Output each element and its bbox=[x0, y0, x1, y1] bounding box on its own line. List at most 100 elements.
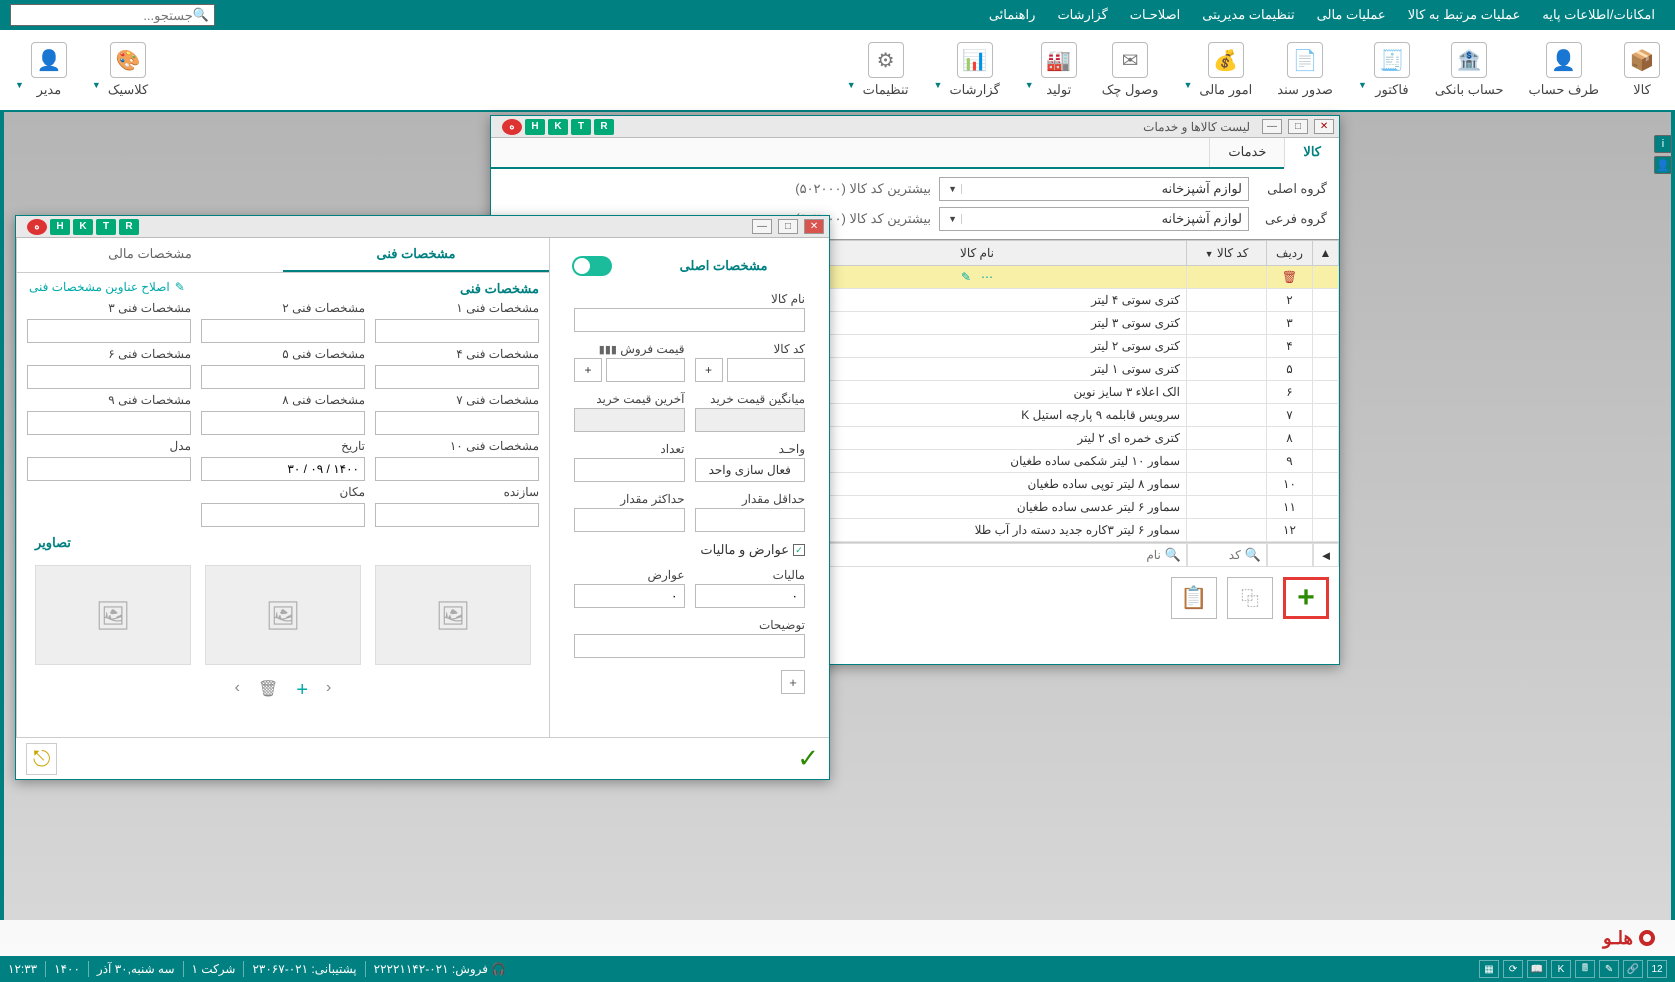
add-desc-button[interactable]: + bbox=[781, 670, 805, 694]
user-icon[interactable]: 👤 bbox=[1654, 156, 1672, 174]
tech-field-input[interactable] bbox=[201, 457, 365, 481]
global-search-input[interactable] bbox=[16, 8, 193, 23]
tech-field-input[interactable] bbox=[375, 365, 539, 389]
tech-field-input[interactable] bbox=[375, 411, 539, 435]
item-code-input[interactable] bbox=[727, 358, 806, 382]
chevron-left-icon[interactable]: ‹ bbox=[326, 679, 331, 702]
tree-view-button[interactable]: ⿻ bbox=[1227, 577, 1273, 619]
col-code[interactable]: کد کالا ▼ bbox=[1187, 241, 1267, 266]
tech-field-input[interactable] bbox=[201, 365, 365, 389]
ribbon-settings[interactable]: ⚙تنظیمات bbox=[863, 42, 909, 98]
ribbon-goods[interactable]: 📦کالا bbox=[1624, 42, 1660, 98]
menu-help[interactable]: راهنمائی bbox=[979, 2, 1046, 28]
tech-field-input[interactable] bbox=[375, 503, 539, 527]
duty-input[interactable] bbox=[574, 584, 685, 608]
book-icon[interactable]: 📖 bbox=[1527, 960, 1547, 978]
toolbar-h[interactable]: H bbox=[50, 219, 70, 235]
note-icon[interactable]: ✎ bbox=[1599, 960, 1619, 978]
ribbon-theme-classic[interactable]: 🎨کلاسیک bbox=[108, 42, 148, 98]
ribbon-user[interactable]: 👤مدیر bbox=[31, 42, 67, 98]
tech-field-input[interactable] bbox=[27, 319, 191, 343]
menu-reports[interactable]: گزارشات bbox=[1047, 2, 1117, 28]
chevron-down-icon[interactable]: ▼ bbox=[1183, 50, 1192, 90]
toolbar-k[interactable]: K bbox=[73, 219, 93, 235]
qty-input[interactable] bbox=[574, 458, 685, 482]
toolbar-r[interactable]: R bbox=[594, 119, 614, 135]
window-min-button[interactable]: — bbox=[1262, 119, 1282, 134]
refresh-icon[interactable]: ⟳ bbox=[1503, 960, 1523, 978]
menu-base-info[interactable]: امکانات/اطلاعات پایه bbox=[1532, 2, 1665, 28]
tech-field-input[interactable] bbox=[201, 411, 365, 435]
price-plus-button[interactable]: + bbox=[574, 358, 602, 382]
tech-field-input[interactable] bbox=[201, 503, 365, 527]
toolbar-h[interactable]: H bbox=[525, 119, 545, 135]
tech-field-input[interactable] bbox=[27, 457, 191, 481]
grid-icon[interactable]: ▦ bbox=[1479, 960, 1499, 978]
add-image-button[interactable]: + bbox=[296, 679, 308, 702]
search-code-input[interactable] bbox=[1193, 548, 1241, 562]
pencil-icon[interactable]: ✎ bbox=[961, 270, 971, 284]
col-scroll[interactable]: ▲ bbox=[1313, 241, 1339, 266]
chevron-down-icon[interactable]: ▼ bbox=[92, 50, 101, 90]
menu-goods-ops[interactable]: عملیات مرتبط به کالا bbox=[1398, 2, 1531, 28]
sale-price-input[interactable] bbox=[606, 358, 685, 382]
calc-icon[interactable]: 🖩 bbox=[1575, 960, 1595, 978]
trash-icon[interactable]: 🗑 bbox=[258, 679, 278, 702]
min-input[interactable] bbox=[695, 508, 806, 532]
barcode-icon[interactable]: ▮▮▮ bbox=[599, 344, 617, 356]
menu-financial-ops[interactable]: عملیات مالی bbox=[1307, 2, 1396, 28]
add-item-button[interactable]: + bbox=[1283, 577, 1329, 619]
sub-group-combo[interactable]: لوازم آشپزخانه▼ bbox=[939, 207, 1249, 231]
search-name-input[interactable] bbox=[773, 548, 1161, 562]
toolbar-r[interactable]: R bbox=[119, 219, 139, 235]
item-name-input[interactable] bbox=[574, 308, 805, 332]
toolbar-t[interactable]: T bbox=[571, 119, 591, 135]
toolbar-k[interactable]: K bbox=[548, 119, 568, 135]
more-icon[interactable]: ⋯ bbox=[981, 270, 993, 284]
toolbar-t[interactable]: T bbox=[96, 219, 116, 235]
window-close-button[interactable]: ✕ bbox=[1314, 119, 1334, 134]
chevron-down-icon[interactable]: ▼ bbox=[934, 50, 943, 90]
confirm-button[interactable]: ✓ bbox=[797, 743, 819, 774]
tech-field-input[interactable] bbox=[375, 457, 539, 481]
trash-icon[interactable]: 🗑 bbox=[1282, 270, 1297, 284]
list-action-button[interactable]: 📋 bbox=[1171, 577, 1217, 619]
calendar-icon[interactable]: 12 bbox=[1647, 960, 1667, 978]
ribbon-cheque[interactable]: ✉وصول چک bbox=[1102, 42, 1159, 98]
code-plus-button[interactable]: + bbox=[695, 358, 723, 382]
exit-button[interactable]: ⎋ bbox=[26, 743, 57, 775]
window-close-button[interactable]: ✕ bbox=[804, 219, 824, 234]
max-input[interactable] bbox=[574, 508, 685, 532]
global-search[interactable]: 🔍 bbox=[10, 4, 215, 26]
tax-checkbox[interactable]: ✓عوارض و مالیات bbox=[574, 542, 805, 558]
ribbon-bank-account[interactable]: 🏦حساب بانکی bbox=[1435, 42, 1504, 98]
chevron-right-icon[interactable]: › bbox=[235, 679, 240, 702]
k-icon[interactable]: K bbox=[1551, 960, 1571, 978]
link-icon[interactable]: 🔗 bbox=[1623, 960, 1643, 978]
info-icon[interactable]: i bbox=[1654, 135, 1672, 153]
window-max-button[interactable]: □ bbox=[778, 219, 798, 234]
tab-finance-spec[interactable]: مشخصات مالی bbox=[17, 238, 283, 272]
chevron-down-icon[interactable]: ▼ bbox=[1025, 50, 1034, 90]
chevron-down-icon[interactable]: ▼ bbox=[847, 50, 856, 90]
menu-corrections[interactable]: اصلاحـات bbox=[1120, 2, 1190, 28]
ribbon-finance[interactable]: 💰امور مالی bbox=[1199, 42, 1252, 98]
tax-input[interactable] bbox=[695, 584, 806, 608]
ribbon-reports[interactable]: 📊گزارشات bbox=[949, 42, 999, 98]
tab-tech-spec[interactable]: مشخصات فنی bbox=[283, 238, 549, 272]
image-slot[interactable]: 🖼 bbox=[375, 565, 531, 665]
ribbon-account-party[interactable]: 👤طرف حساب bbox=[1529, 42, 1599, 98]
image-slot[interactable]: 🖼 bbox=[205, 565, 361, 665]
tech-field-input[interactable] bbox=[375, 319, 539, 343]
window-max-button[interactable]: □ bbox=[1288, 119, 1308, 134]
main-group-combo[interactable]: لوازم آشپزخانه▼ bbox=[939, 177, 1249, 201]
edit-tech-titles-link[interactable]: ✎اصلاح عناوین مشخصات فنی bbox=[17, 274, 197, 300]
chevron-down-icon[interactable]: ▼ bbox=[1358, 50, 1367, 90]
desc-input[interactable] bbox=[574, 634, 805, 658]
tab-goods[interactable]: کالا bbox=[1284, 138, 1339, 169]
chevron-left-icon[interactable]: ◄ bbox=[1320, 548, 1333, 563]
tab-services[interactable]: خدمات bbox=[1209, 138, 1284, 167]
ribbon-voucher[interactable]: 📄صدور سند bbox=[1277, 42, 1333, 98]
chevron-down-icon[interactable]: ▼ bbox=[15, 50, 24, 90]
active-toggle[interactable] bbox=[572, 256, 612, 276]
